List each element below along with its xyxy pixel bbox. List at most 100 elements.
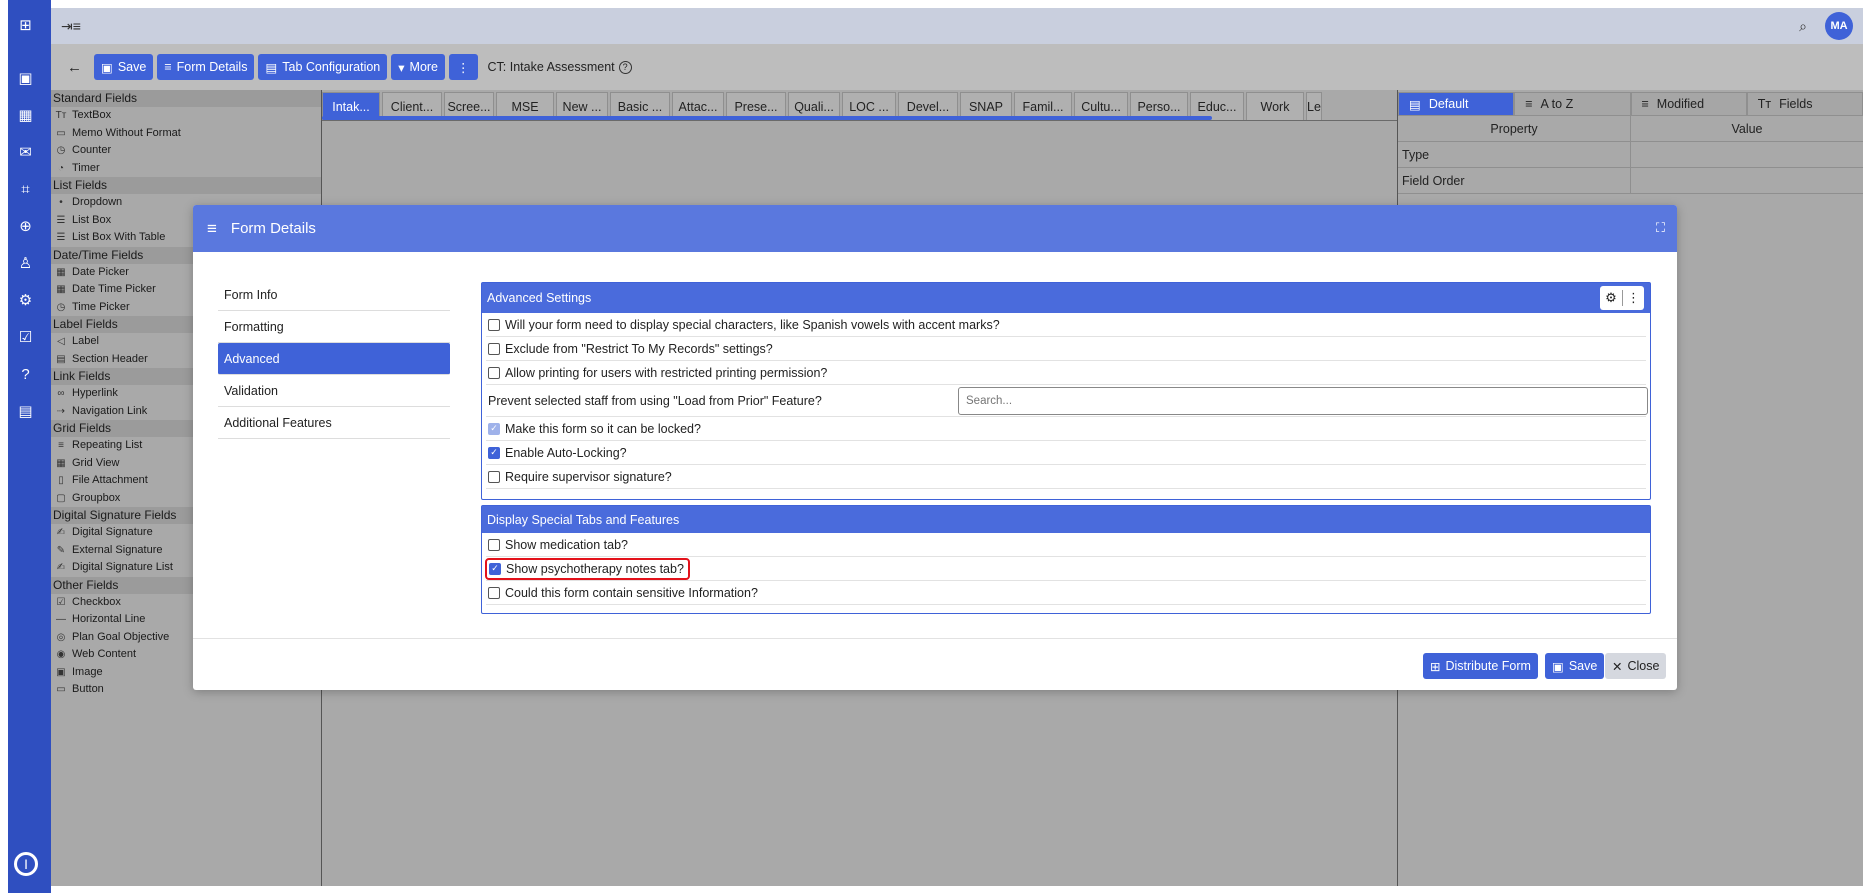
advanced-settings-title: Advanced Settings [487,291,592,305]
tab-fields[interactable]: Tт Fields [1746,92,1863,116]
help-icon[interactable]: ? [618,60,632,74]
palette-item[interactable]: Tт TextBox [51,107,321,125]
field-type-icon: ◁ [57,336,65,347]
fullscreen-icon[interactable]: ⛶ [1656,220,1665,236]
staff-search-input[interactable] [958,387,1648,415]
checkbox-checked[interactable]: ✓ [489,562,501,575]
option-auto-locking[interactable]: ✓ Enable Auto-Locking? [486,441,1646,465]
id-card-icon[interactable]: ▤ [0,399,51,423]
tab-modified[interactable]: ≡ Modified [1630,92,1747,116]
nav-formatting[interactable]: Formatting [218,311,450,343]
palette-item-label: Digital Signature [72,526,153,538]
palette-item-label: Checkbox [72,595,121,608]
palette-item-label: Section Header [72,352,148,365]
palette-item[interactable]: ◔ Timer [51,160,321,178]
form-toolbar: ← ▣ Save ≡ Form Details ▤ Tab Configuration… [51,44,1863,90]
avatar[interactable]: MA [1825,12,1853,40]
field-type-icon: ▭ [56,127,66,139]
sort-icon: ≡ [1641,97,1649,111]
palette-item[interactable]: ▭ Memo Without Format [51,125,321,143]
option-allow-printing[interactable]: Allow printing for users with restricted… [486,361,1646,385]
calendar-icon[interactable]: ▦ [0,103,51,127]
palette-item-label: File Attachment [72,474,148,486]
option-supervisor-signature[interactable]: Require supervisor signature? [486,465,1646,489]
help-circle-icon[interactable]: ? [0,362,51,386]
checkbox-checked[interactable]: ✓ [488,446,500,459]
more-button[interactable]: ▾ More [391,54,446,80]
option-label: Allow printing for users with restricted… [505,365,828,380]
checklist-icon[interactable]: ☑ [0,325,51,349]
distribute-form-button[interactable]: ⊞ Distribute Form [1423,653,1538,679]
sort-icon: ≡ [1525,97,1533,111]
form-details-button[interactable]: ≡ Form Details [157,54,255,80]
special-tabs-title: Display Special Tabs and Features [487,512,680,527]
checkbox[interactable] [488,366,500,379]
save-button[interactable]: ▣ Save [94,54,154,80]
left-rail: ⊞ ▣ ▦ ✉ ⌗ ⊕ ♙ ⚙ ☑ ? ▤ | [0,0,51,893]
client-icon[interactable]: ▣ [0,66,51,90]
property-row[interactable]: Type [1398,142,1863,168]
rail-edge [0,0,8,893]
power-icon[interactable]: | [14,852,38,876]
form-tab[interactable]: Le [1306,92,1322,120]
nav-validation[interactable]: Validation [218,375,450,407]
tab-configuration-button[interactable]: ▤ Tab Configuration [258,54,388,80]
field-type-icon: ⇢ [56,405,66,417]
checkbox[interactable] [488,538,500,551]
property-name: Field Order [1402,173,1465,188]
apps-grid-icon[interactable]: ⊞ [0,13,51,37]
option-label: Could this form contain sensitive Inform… [505,585,758,600]
kebab-menu-icon[interactable]: ⋮ [449,54,478,80]
option-psychotherapy-notes-tab[interactable]: ✓ Show psychotherapy notes tab? [485,557,1646,581]
nav-additional-features[interactable]: Additional Features [218,407,450,439]
tab-a-to-z[interactable]: ≡ A to Z [1514,92,1631,116]
collapse-menu-icon[interactable]: ⇥≡ [61,18,81,35]
user-icon[interactable]: ♙ [0,251,51,275]
hamburger-icon[interactable]: ≡ [207,219,217,239]
property-row[interactable]: Field Order [1398,168,1863,194]
checkbox[interactable] [488,342,500,355]
field-type-icon: ∞ [57,388,65,399]
palette-item-label: Timer [72,161,100,174]
field-type-icon: ✍ [56,562,66,573]
option-special-characters[interactable]: Will your form need to display special c… [486,313,1646,337]
option-label: Show psychotherapy notes tab? [506,561,684,576]
modal-header: ≡ Form Details ⛶ [193,205,1677,252]
palette-item-label: Label [72,335,99,347]
medical-bag-icon[interactable]: ⊕ [0,214,51,238]
form-details-label: Form Details [176,60,248,74]
nav-advanced[interactable]: Advanced [218,343,450,375]
tab-default[interactable]: ▤ Default [1398,92,1515,116]
nav-form-info[interactable]: Form Info [218,279,450,311]
option-lockable[interactable]: ✓ Make this form so it can be locked? [486,417,1646,441]
kebab-icon[interactable]: ⋮ [1622,290,1644,306]
checkbox[interactable] [488,470,500,483]
form-tab[interactable]: Work [1246,92,1304,120]
palette-item[interactable]: ◷ Counter [51,142,321,160]
list-icon: ▤ [1409,97,1421,112]
field-type-icon: ◎ [56,631,66,643]
settings-gear-icon[interactable]: ⚙ [0,288,51,312]
checkbox[interactable] [488,318,500,331]
close-button[interactable]: ✕ Close [1605,653,1667,679]
palette-item-label: Time Picker [72,300,130,313]
modal-save-label: Save [1568,659,1598,673]
gear-icon[interactable]: ⚙ [1600,290,1622,306]
option-exclude-restrict[interactable]: Exclude from "Restrict To My Records" se… [486,337,1646,361]
checkbox[interactable] [488,586,500,599]
option-medication-tab[interactable]: Show medication tab? [486,533,1646,557]
palette-item-label: Button [72,683,104,695]
search-icon[interactable]: ⌕ [1799,18,1807,35]
col-property: Property [1490,121,1538,136]
option-sensitive-information[interactable]: Could this form contain sensitive Inform… [486,581,1646,605]
palette-item-label: Groupbox [72,491,121,504]
field-type-icon: ▭ [56,684,66,695]
field-type-icon: ▣ [56,666,66,678]
modal-save-button[interactable]: ▣ Save [1545,653,1605,679]
breadcrumb: CT: Intake Assessment ? [488,60,632,74]
option-label: Prevent selected staff from using "Load … [488,393,822,408]
mail-icon[interactable]: ✉ [0,140,51,164]
palette-item-label: Date Picker [72,265,129,278]
scan-icon[interactable]: ⌗ [0,177,51,201]
back-arrow-icon[interactable]: ← [59,54,90,80]
